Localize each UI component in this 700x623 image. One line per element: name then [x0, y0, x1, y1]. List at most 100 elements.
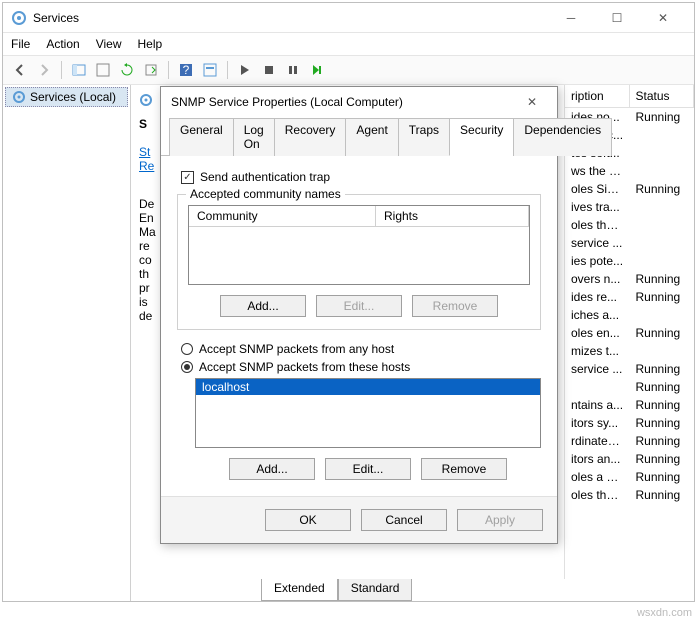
host-remove-button[interactable]: Remove	[421, 458, 507, 480]
cell-status: Running	[630, 486, 695, 504]
table-row[interactable]: ives tra...	[565, 198, 694, 216]
table-row[interactable]: overs n...Running	[565, 270, 694, 288]
table-row[interactable]: oles the ...Running	[565, 486, 694, 504]
cell-status	[630, 234, 695, 252]
snmp-properties-dialog: SNMP Service Properties (Local Computer)…	[160, 86, 558, 544]
dialog-close-button[interactable]: ✕	[517, 87, 547, 117]
ok-button[interactable]: OK	[265, 509, 351, 531]
apply-button[interactable]: Apply	[457, 509, 543, 531]
table-row[interactable]: itors sy...Running	[565, 414, 694, 432]
host-add-button[interactable]: Add...	[229, 458, 315, 480]
cell-status: Running	[630, 414, 695, 432]
table-row[interactable]: Running	[565, 378, 694, 396]
cell-status: Running	[630, 270, 695, 288]
community-remove-button[interactable]: Remove	[412, 295, 498, 317]
table-row[interactable]: oles the ...	[565, 216, 694, 234]
tab-logon[interactable]: Log On	[233, 118, 275, 156]
tab-agent[interactable]: Agent	[345, 118, 398, 156]
watermark: wsxdn.com	[637, 607, 692, 619]
help-button[interactable]: ?	[175, 59, 197, 81]
tab-traps[interactable]: Traps	[398, 118, 450, 156]
table-row[interactable]: oles en...Running	[565, 324, 694, 342]
checkbox-icon: ✓	[181, 171, 194, 184]
table-row[interactable]: ws the s...	[565, 162, 694, 180]
tab-recovery[interactable]: Recovery	[274, 118, 347, 156]
table-row[interactable]: rdinates...Running	[565, 432, 694, 450]
cancel-button[interactable]: Cancel	[361, 509, 447, 531]
menu-action[interactable]: Action	[46, 37, 79, 51]
show-hide-tree-button[interactable]	[68, 59, 90, 81]
accepted-community-group: Accepted community names Community Right…	[177, 194, 541, 330]
col-description[interactable]: ription	[565, 85, 630, 107]
cell-status: Running	[630, 432, 695, 450]
cell-desc: ies pote...	[565, 252, 630, 270]
col-rights[interactable]: Rights	[376, 206, 529, 226]
cell-desc: service ...	[565, 360, 630, 378]
restart-link[interactable]: Re	[139, 159, 154, 173]
menu-view[interactable]: View	[96, 37, 122, 51]
radio-these-hosts[interactable]: Accept SNMP packets from these hosts	[177, 360, 541, 374]
table-row[interactable]: oles Sim...Running	[565, 180, 694, 198]
table-row[interactable]: service ...	[565, 234, 694, 252]
table-row[interactable]: ides re...Running	[565, 288, 694, 306]
tab-dependencies[interactable]: Dependencies	[513, 118, 612, 156]
community-listview[interactable]: Community Rights	[188, 205, 530, 285]
table-row[interactable]: mizes t...	[565, 342, 694, 360]
community-edit-button[interactable]: Edit...	[316, 295, 402, 317]
host-item-selected[interactable]: localhost	[196, 379, 540, 395]
send-auth-trap-checkbox[interactable]: ✓ Send authentication trap	[177, 170, 541, 184]
close-button[interactable]: ✕	[640, 3, 686, 33]
restart-button[interactable]	[306, 59, 328, 81]
dialog-title: SNMP Service Properties (Local Computer)	[171, 95, 403, 109]
table-row[interactable]: ies pote...	[565, 252, 694, 270]
stop-button[interactable]	[258, 59, 280, 81]
menu-file[interactable]: File	[11, 37, 30, 51]
cell-status	[630, 342, 695, 360]
refresh-button[interactable]	[116, 59, 138, 81]
tab-extended[interactable]: Extended	[261, 579, 338, 601]
table-row[interactable]: service ...Running	[565, 360, 694, 378]
cell-status	[630, 144, 695, 162]
community-add-button[interactable]: Add...	[220, 295, 306, 317]
export-button[interactable]	[140, 59, 162, 81]
cell-status: Running	[630, 108, 695, 126]
maximize-button[interactable]: ☐	[594, 3, 640, 33]
tab-general[interactable]: General	[169, 118, 234, 156]
cell-desc: itors sy...	[565, 414, 630, 432]
services-list[interactable]: ription Status ides no...Runningages ac.…	[564, 85, 694, 579]
cell-desc: ides re...	[565, 288, 630, 306]
radio-icon	[181, 343, 193, 355]
hosts-listbox[interactable]: localhost	[195, 378, 541, 448]
services-list-header: ription Status	[565, 85, 694, 108]
table-row[interactable]: iches a...	[565, 306, 694, 324]
col-status[interactable]: Status	[630, 85, 695, 107]
pause-button[interactable]	[282, 59, 304, 81]
radio-any-host[interactable]: Accept SNMP packets from any host	[177, 342, 541, 356]
cell-desc: overs n...	[565, 270, 630, 288]
cell-desc: ntains a...	[565, 396, 630, 414]
cell-status	[630, 198, 695, 216]
cell-status: Running	[630, 468, 695, 486]
forward-button[interactable]	[33, 59, 55, 81]
dialog-body: ✓ Send authentication trap Accepted comm…	[161, 156, 557, 496]
minimize-button[interactable]: ─	[548, 3, 594, 33]
table-row[interactable]: ntains a...Running	[565, 396, 694, 414]
start-link[interactable]: St	[139, 145, 150, 159]
back-button[interactable]	[9, 59, 31, 81]
cell-status	[630, 126, 695, 144]
col-community[interactable]: Community	[189, 206, 376, 226]
table-row[interactable]: oles a us...Running	[565, 468, 694, 486]
tree-item-services-local[interactable]: Services (Local)	[5, 87, 128, 107]
cell-status: Running	[630, 324, 695, 342]
cell-status	[630, 162, 695, 180]
tab-security[interactable]: Security	[449, 118, 514, 156]
dialog-footer: OK Cancel Apply	[161, 496, 557, 543]
properties-button[interactable]	[92, 59, 114, 81]
toolbar-btn[interactable]	[199, 59, 221, 81]
host-edit-button[interactable]: Edit...	[325, 458, 411, 480]
menu-help[interactable]: Help	[138, 37, 163, 51]
cell-desc: oles en...	[565, 324, 630, 342]
table-row[interactable]: itors an...Running	[565, 450, 694, 468]
tab-standard[interactable]: Standard	[338, 579, 413, 601]
play-button[interactable]	[234, 59, 256, 81]
